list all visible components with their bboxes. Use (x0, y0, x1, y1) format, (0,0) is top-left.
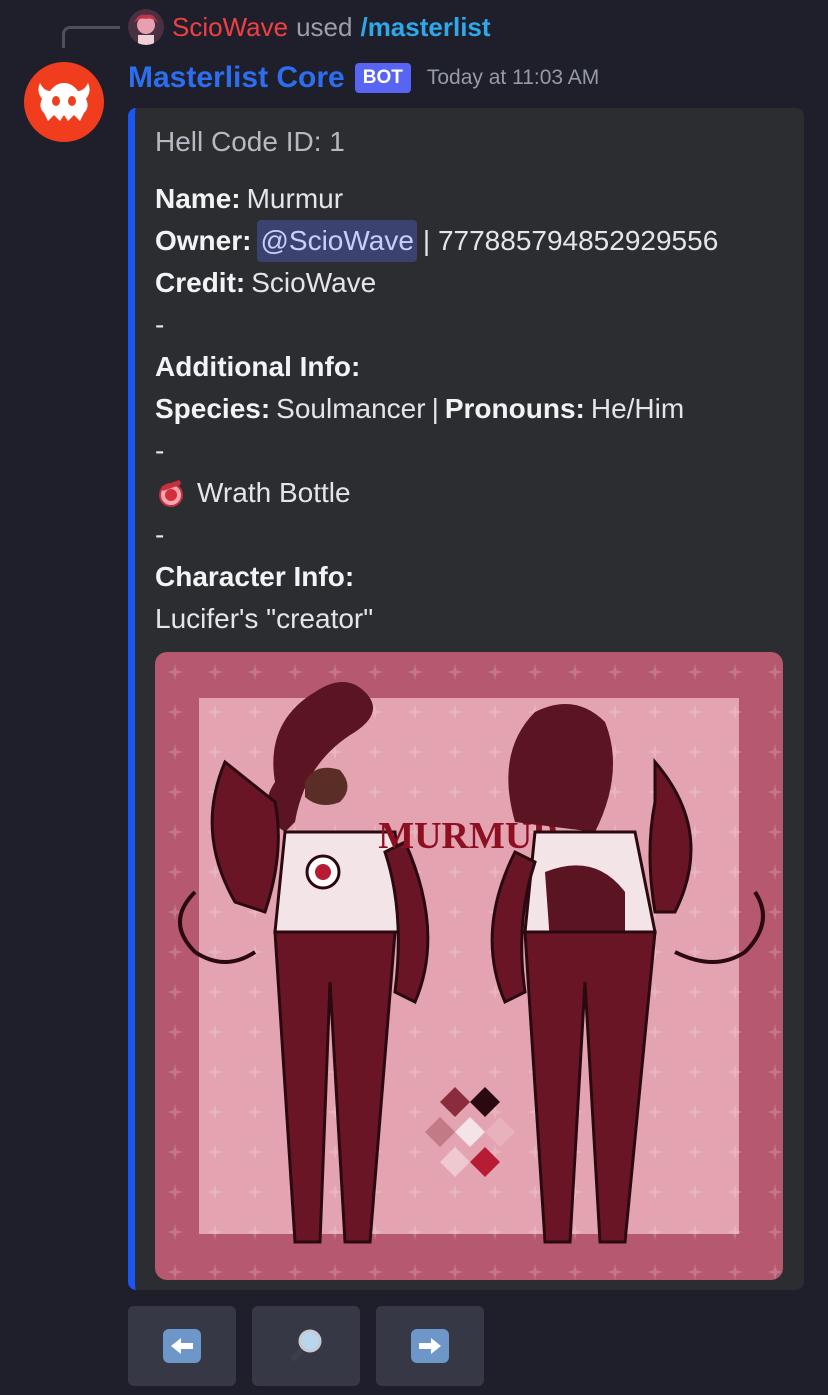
bot-avatar[interactable] (24, 62, 104, 142)
species-value: Soulmancer (276, 393, 426, 424)
wrath-bottle-icon (159, 480, 183, 507)
additional-info-label: Additional Info: (155, 351, 361, 382)
character-info-field: Character Info: (155, 556, 718, 598)
owner-field: Owner: @ScioWave | 777885794852929556 (155, 220, 718, 262)
character-info-label: Character Info: (155, 561, 355, 592)
owner-id: | 777885794852929556 (422, 225, 719, 256)
reply-command[interactable]: /masterlist (360, 12, 490, 43)
reply-context[interactable]: ScioWave used /masterlist (128, 8, 491, 46)
name-field: Name: Murmur (155, 178, 718, 220)
embed-title: Hell Code ID: 1 (155, 126, 345, 157)
character-art: MURMUR (155, 652, 783, 1280)
character-reference-image[interactable]: MURMUR (155, 652, 783, 1280)
pronouns-value: He/Him (590, 393, 685, 424)
bot-badge: BOT (354, 63, 411, 93)
item-label: Wrath Bottle (197, 477, 351, 508)
name-value: Murmur (246, 183, 344, 214)
arrow-left-icon (163, 1329, 201, 1363)
reply-used-text: used (296, 11, 353, 42)
previous-button[interactable] (128, 1306, 236, 1386)
owner-label: Owner: (155, 225, 252, 256)
action-buttons (128, 1306, 484, 1386)
item-field: Wrath Bottle (155, 472, 718, 514)
name-label: Name: (155, 183, 241, 214)
species-label: Species: (155, 393, 271, 424)
divider-dash: - (155, 435, 165, 466)
additional-info-field: Additional Info: (155, 346, 718, 388)
arrow-right-icon (411, 1329, 449, 1363)
divider-dash: - (155, 309, 165, 340)
credit-label: Credit: (155, 267, 246, 298)
user-avatar-icon (128, 9, 164, 45)
embed-fields: Name: Murmur Owner: @ScioWave | 77788579… (155, 178, 718, 640)
message-timestamp: Today at 11:03 AM (426, 66, 600, 89)
pronouns-separator: | (431, 393, 439, 424)
divider-dash: - (155, 519, 165, 550)
bot-name[interactable]: Masterlist Core (128, 61, 345, 95)
bot-avatar-icon (38, 83, 90, 121)
next-button[interactable] (376, 1306, 484, 1386)
message-header: Masterlist Core BOT Today at 11:03 AM (128, 56, 599, 100)
pronouns-label: Pronouns: (444, 393, 585, 424)
credit-field: Credit: ScioWave (155, 262, 718, 304)
reply-connector (62, 26, 120, 48)
user-avatar[interactable] (128, 9, 164, 45)
magnifier-icon (290, 1329, 322, 1362)
embed-card: Hell Code ID: 1 Name: Murmur Owner: @Sci… (128, 108, 804, 1290)
search-button[interactable] (252, 1306, 360, 1386)
species-pronouns-field: Species: Soulmancer | Pronouns: He/Him (155, 388, 718, 430)
credit-value: ScioWave (251, 267, 377, 298)
character-info-value: Lucifer's "creator" (155, 603, 374, 634)
owner-mention[interactable]: @ScioWave (257, 220, 417, 262)
reply-username[interactable]: ScioWave (172, 12, 288, 43)
